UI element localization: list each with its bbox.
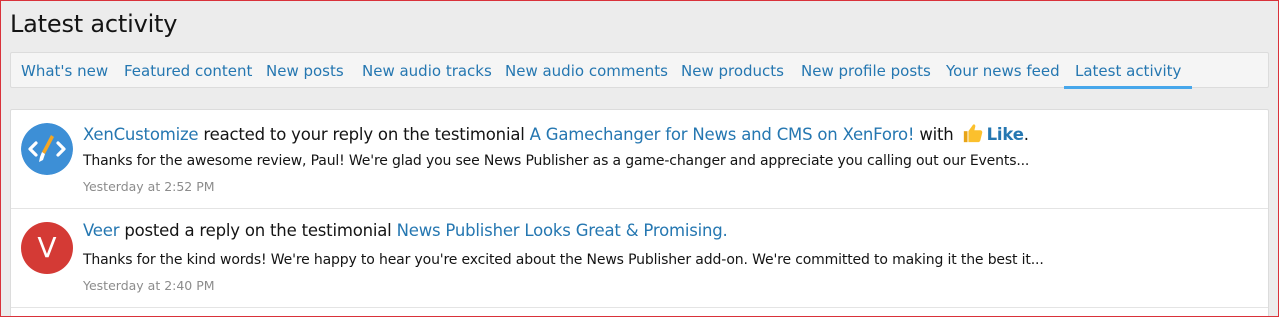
thread-link[interactable]: News Publisher Looks Great & Promising. <box>397 221 728 240</box>
list-item: XenCustomize reacted to your reply on th… <box>11 110 1268 209</box>
tab-latest-activity[interactable]: Latest activity <box>1063 53 1193 89</box>
activity-snippet: Thanks for the awesome review, Paul! We'… <box>83 153 1030 169</box>
timestamp[interactable]: Yesterday at 2:40 PM <box>83 278 215 293</box>
activity-snippet: Thanks for the kind words! We're happy t… <box>83 252 1044 268</box>
timestamp[interactable]: Yesterday at 2:52 PM <box>83 179 215 194</box>
avatar[interactable] <box>21 123 73 175</box>
list-item: V Veer posted a reply on the testimonial… <box>11 209 1268 308</box>
tab-new-products[interactable]: New products <box>681 53 784 88</box>
avatar[interactable]: V <box>21 222 73 274</box>
user-link[interactable]: XenCustomize <box>83 125 199 144</box>
activity-headline: Veer posted a reply on the testimonial N… <box>83 221 728 240</box>
tab-your-news-feed[interactable]: Your news feed <box>946 53 1060 88</box>
tab-bar: What's new Featured content New posts Ne… <box>10 52 1269 89</box>
activity-headline: XenCustomize reacted to your reply on th… <box>83 122 1029 144</box>
tab-featured-content[interactable]: Featured content <box>124 53 252 88</box>
tab-new-posts[interactable]: New posts <box>266 53 344 88</box>
thread-link[interactable]: A Gamechanger for News and CMS on XenFor… <box>530 125 915 144</box>
reaction-like[interactable]: Like <box>987 125 1024 144</box>
tab-whats-new[interactable]: What's new <box>21 53 108 88</box>
tab-new-audio-tracks[interactable]: New audio tracks <box>362 53 492 88</box>
page-title: Latest activity <box>10 10 178 38</box>
tab-new-audio-comments[interactable]: New audio comments <box>505 53 668 88</box>
tab-new-profile-posts[interactable]: New profile posts <box>801 53 931 88</box>
thumbs-up-icon <box>963 124 982 143</box>
activity-feed: XenCustomize reacted to your reply on th… <box>10 109 1269 317</box>
code-brush-icon <box>21 123 73 175</box>
user-link[interactable]: Veer <box>83 221 119 240</box>
